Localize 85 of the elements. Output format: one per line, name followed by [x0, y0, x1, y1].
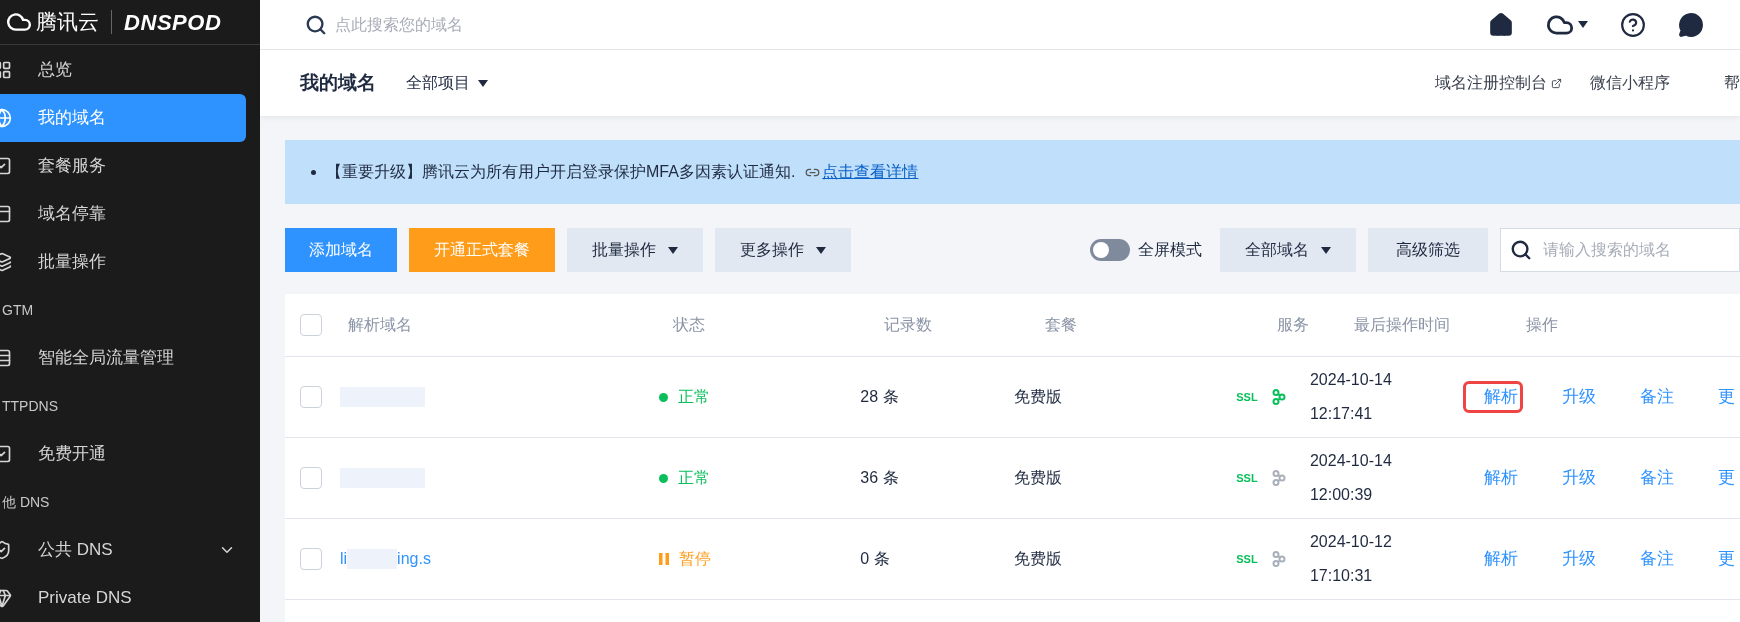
sidebar-item[interactable]: 套餐服务: [0, 142, 246, 190]
ssl-label: SSL: [1236, 470, 1258, 486]
domain-search-field[interactable]: 请输入搜索的域名: [1500, 228, 1740, 272]
toggle-label: 全屏模式: [1138, 240, 1202, 260]
record-count: 0 条: [860, 549, 891, 569]
date-text: 2024-10-14: [1309, 451, 1393, 471]
record-count: 28 条: [860, 387, 900, 407]
select-all-checkbox[interactable]: [300, 314, 322, 336]
action-link[interactable]: 解析: [1463, 462, 1523, 494]
action-link[interactable]: 解析: [1463, 381, 1523, 413]
status-label: 正常: [677, 387, 710, 407]
domain-link[interactable]: li: [340, 547, 348, 571]
action-link[interactable]: 升级: [1541, 381, 1601, 413]
date-text: 2024-10-14: [1309, 370, 1393, 390]
caret-icon: [668, 246, 678, 254]
action-link[interactable]: 备注: [1619, 462, 1679, 494]
sidebar-item[interactable]: 智能全局流量管理: [0, 334, 246, 382]
column-header: 操作: [1526, 315, 1558, 335]
column-header: 解析域名: [348, 315, 413, 335]
caret-icon: [478, 79, 488, 87]
time-text: 12:00:39: [1309, 485, 1374, 505]
help-link[interactable]: 帮: [1724, 71, 1740, 95]
sidebar-item[interactable]: 免费开通: [0, 430, 246, 478]
dropdown-button[interactable]: 更多操作: [715, 228, 851, 272]
action-link[interactable]: 更: [1697, 543, 1740, 575]
action-link[interactable]: 更: [1697, 462, 1740, 494]
sidebar-item[interactable]: 公共 DNS: [0, 526, 246, 574]
caret-icon: [1321, 246, 1331, 254]
action-link[interactable]: 更: [1697, 381, 1740, 413]
time-text: 17:10:31: [1309, 566, 1374, 586]
product-logo: DNSPOD: [124, 8, 222, 37]
time-text: 12:17:41: [1309, 404, 1374, 424]
external-link-icon: [1551, 77, 1562, 89]
bullet-icon: [311, 169, 316, 175]
sidebar-item[interactable]: 总览: [0, 46, 246, 94]
sidebar-item[interactable]: Private DNS: [0, 574, 246, 622]
action-link[interactable]: 备注: [1619, 543, 1679, 575]
column-header: 服务: [1277, 315, 1310, 335]
row-checkbox[interactable]: [300, 386, 322, 408]
search-icon: [1510, 239, 1532, 261]
status-label: 正常: [677, 468, 710, 488]
plan-name: 免费版: [1014, 549, 1064, 569]
help-icon[interactable]: [1620, 11, 1646, 38]
search-field[interactable]: 点此搜索您的域名: [335, 12, 635, 37]
plan-name: 免费版: [1014, 468, 1064, 488]
column-header: 最后操作时间: [1354, 315, 1451, 335]
sidebar-item[interactable]: 我的域名: [0, 94, 246, 142]
dropdown-button[interactable]: 批量操作: [567, 228, 703, 272]
project-dropdown[interactable]: 全部项目: [406, 71, 488, 95]
plan-name: 免费版: [1014, 387, 1064, 407]
notice-link[interactable]: 点击查看详情: [822, 160, 919, 184]
domain-filter-dropdown[interactable]: 全部域名: [1220, 228, 1356, 272]
home-icon[interactable]: [1488, 11, 1514, 38]
row-checkbox[interactable]: [300, 467, 322, 489]
caret-icon: [1578, 21, 1588, 28]
status-label: 暂停: [678, 549, 711, 569]
record-count: 36 条: [860, 468, 900, 488]
ssl-label: SSL: [1236, 551, 1258, 567]
action-link[interactable]: 解析: [1463, 543, 1523, 575]
column-header: 记录数: [884, 315, 933, 335]
advanced-filter-button[interactable]: 高级筛选: [1368, 228, 1488, 272]
mini-program-link[interactable]: 微信小程序: [1590, 71, 1670, 95]
action-link[interactable]: 升级: [1541, 543, 1601, 575]
menu-group-label: TTPDNS: [2, 396, 58, 416]
console-link[interactable]: 域名注册控制台: [1435, 71, 1562, 95]
action-link[interactable]: 备注: [1619, 381, 1679, 413]
date-text: 2024-10-12: [1309, 532, 1393, 552]
fullscreen-toggle[interactable]: [1090, 239, 1130, 261]
ssl-label: SSL: [1236, 389, 1258, 405]
action-link[interactable]: 升级: [1541, 462, 1601, 494]
domain-link[interactable]: ing.s: [397, 547, 431, 571]
column-header: 套餐: [1045, 315, 1078, 335]
add-domain-button[interactable]: 添加域名: [285, 228, 397, 272]
notice-text: 【重要升级】腾讯云为所有用户开启登录保护MFA多因素认证通知.: [326, 162, 796, 182]
page-title: 我的域名: [300, 70, 376, 95]
sidebar-item[interactable]: 域名停靠: [0, 190, 246, 238]
chat-icon[interactable]: [1678, 11, 1704, 38]
menu-group-label: GTM: [2, 300, 34, 320]
brand-name: 腾讯云: [36, 9, 99, 36]
column-header: 状态: [673, 315, 706, 335]
row-checkbox[interactable]: [300, 548, 322, 570]
sidebar-item[interactable]: 批量操作: [0, 238, 246, 286]
search-icon: [305, 13, 327, 36]
caret-icon: [816, 246, 826, 254]
menu-group-label: 他 DNS: [2, 492, 50, 512]
